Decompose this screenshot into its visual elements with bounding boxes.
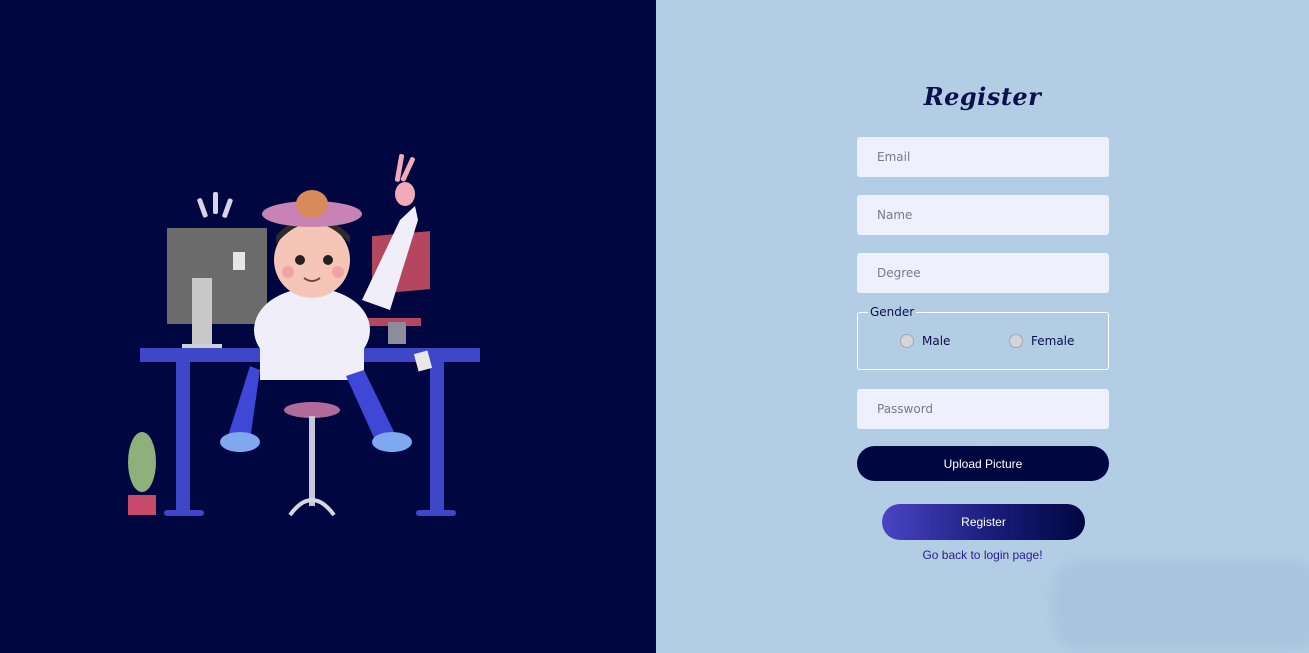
- back-to-login-link[interactable]: Go back to login page!: [656, 548, 1309, 562]
- male-radio[interactable]: [900, 334, 914, 348]
- female-label: Female: [1031, 334, 1075, 348]
- developer-at-desk-illustration: [128, 154, 480, 517]
- male-label: Male: [922, 334, 951, 348]
- left-panel: [0, 0, 656, 653]
- gender-option-male[interactable]: Male: [900, 334, 950, 348]
- right-panel: Register Gender Male Female Upload Pictu…: [656, 0, 1309, 653]
- female-radio[interactable]: [1009, 334, 1023, 348]
- register-title: Register: [923, 82, 1042, 111]
- background-blur-shape: [1051, 560, 1309, 650]
- gender-option-female[interactable]: Female: [1009, 334, 1074, 348]
- register-button[interactable]: Register: [882, 504, 1085, 540]
- degree-field[interactable]: [857, 253, 1109, 293]
- gender-fieldset: Gender Male Female: [857, 305, 1109, 370]
- gender-label: Gender: [868, 305, 917, 319]
- name-field[interactable]: [857, 195, 1109, 235]
- upload-picture-button[interactable]: Upload Picture: [857, 446, 1109, 481]
- email-field[interactable]: [857, 137, 1109, 177]
- password-field[interactable]: [857, 389, 1109, 429]
